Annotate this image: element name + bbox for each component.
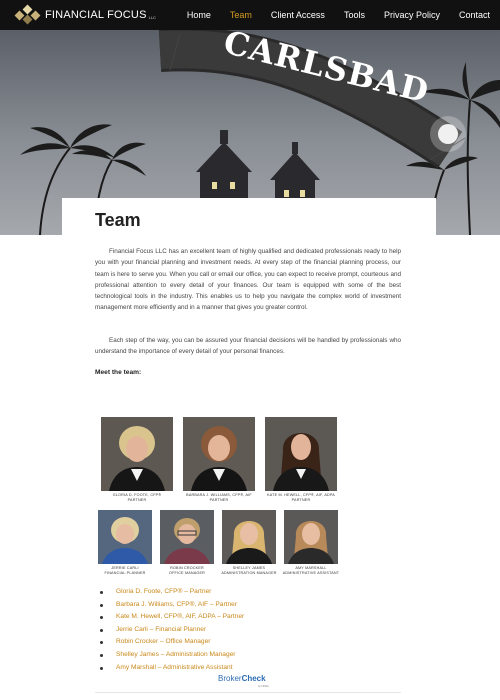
photo-jerrie-carli xyxy=(98,510,152,564)
caption-role: ADMINISTRATION MANAGER xyxy=(221,571,277,575)
photo-robin-crocker xyxy=(160,510,214,564)
brokercheck-prefix: Broker xyxy=(218,674,242,683)
caption-barbara-williams: BARBARA J. WILLIAMS, CFP®, AIF PARTNER xyxy=(178,493,260,503)
caption-name: AMY MARSHALL xyxy=(295,566,327,570)
team-link-jerrie-carli[interactable]: Jerrie Carli – Financial Planner xyxy=(100,624,244,637)
caption-role: PARTNER xyxy=(209,498,229,502)
meet-team-heading: Meet the team: xyxy=(95,369,142,376)
caption-role: FINANCIAL PLANNER xyxy=(104,571,146,575)
brokercheck-link[interactable]: BrokerCheck xyxy=(218,674,266,683)
main-nav: Home Team Client Access Tools Privacy Po… xyxy=(168,0,490,30)
nav-privacy-policy[interactable]: Privacy Policy xyxy=(384,10,440,20)
nav-team[interactable]: Team xyxy=(230,10,252,20)
caption-shelley-james: SHELLEY JAMES ADMINISTRATION MANAGER xyxy=(213,566,285,576)
brand-suffix: LLC xyxy=(148,14,156,20)
nav-client-access[interactable]: Client Access xyxy=(271,10,325,20)
photo-gloria-foote xyxy=(101,417,173,491)
brokercheck-subtitle: by FINRA xyxy=(258,685,269,688)
nav-tools[interactable]: Tools xyxy=(344,10,365,20)
team-link-robin-crocker[interactable]: Robin Crocker – Office Manager xyxy=(100,636,244,649)
diamond-logo-icon xyxy=(14,4,42,25)
photo-barbara-williams xyxy=(183,417,255,491)
caption-role: OFFICE MANAGER xyxy=(169,571,205,575)
caption-role: PARTNER xyxy=(291,498,311,502)
caption-name: JERRIE CARLI xyxy=(111,566,139,570)
photo-shelley-james xyxy=(222,510,276,564)
team-list: Gloria D. Foote, CFP® – Partner Barbara … xyxy=(100,586,244,674)
team-link-barbara-williams[interactable]: Barbara J. Williams, CFP®, AIF – Partner xyxy=(100,599,244,612)
intro-paragraph: Financial Focus LLC has an excellent tea… xyxy=(95,248,401,312)
team-link-gloria-foote[interactable]: Gloria D. Foote, CFP® – Partner xyxy=(100,586,244,599)
caption-role: ADMINISTRATIVE ASSISTANT xyxy=(282,571,340,575)
caption-name: SHELLEY JAMES xyxy=(232,566,266,570)
top-navigation-bar: FINANCIAL FOCUS LLC Home Team Client Acc… xyxy=(0,0,500,30)
team-link-kate-hewell[interactable]: Kate M. Hewell, CFP®, AIF, ADPA – Partne… xyxy=(100,611,244,624)
caption-robin-crocker: ROBIN CROCKER OFFICE MANAGER xyxy=(157,566,217,576)
caption-gloria-foote: GLORIA D. FOOTE, CFP® PARTNER xyxy=(101,493,173,503)
nav-contact[interactable]: Contact xyxy=(459,10,490,20)
caption-kate-hewell: KATE M. HEWELL, CFP®, AIF, ADPA PARTNER xyxy=(258,493,344,503)
assurance-paragraph: Each step of the way, you can be assured… xyxy=(95,337,401,356)
brokercheck-suffix: Check xyxy=(241,674,266,683)
photo-kate-hewell xyxy=(265,417,337,491)
caption-name: GLORIA D. FOOTE, CFP® xyxy=(112,493,162,497)
brand-name: FINANCIAL FOCUS xyxy=(45,9,147,21)
nav-home[interactable]: Home xyxy=(187,10,211,20)
caption-amy-marshall: AMY MARSHALL ADMINISTRATIVE ASSISTANT xyxy=(276,566,346,576)
caption-role: PARTNER xyxy=(127,498,147,502)
team-link-shelley-james[interactable]: Shelley James – Administration Manager xyxy=(100,649,244,662)
caption-jerrie-carli: JERRIE CARLI FINANCIAL PLANNER xyxy=(93,566,157,576)
footer-divider xyxy=(95,692,401,693)
page-title: Team xyxy=(95,210,141,230)
caption-name: BARBARA J. WILLIAMS, CFP®, AIF xyxy=(186,493,252,497)
team-link-amy-marshall[interactable]: Amy Marshall – Administrative Assistant xyxy=(100,662,244,675)
caption-name: KATE M. HEWELL, CFP®, AIF, ADPA xyxy=(267,493,335,497)
photo-amy-marshall xyxy=(284,510,338,564)
caption-name: ROBIN CROCKER xyxy=(170,566,204,570)
brand-logo[interactable]: FINANCIAL FOCUS LLC xyxy=(14,0,156,30)
